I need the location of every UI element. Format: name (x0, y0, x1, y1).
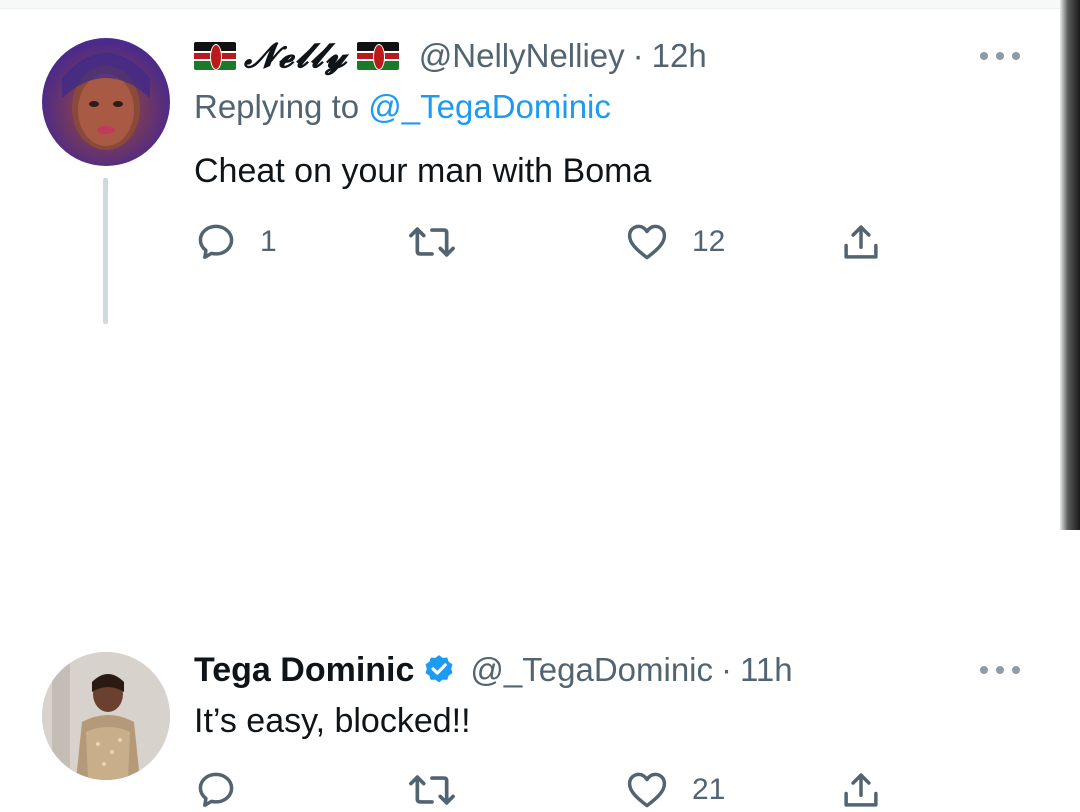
tweet-text: Cheat on your man with Boma (194, 152, 652, 190)
timestamp[interactable]: 12h (652, 37, 707, 75)
share-button[interactable] (840, 220, 882, 264)
display-name[interactable]: Tega Dominic (194, 651, 414, 690)
verified-badge-icon (425, 655, 453, 683)
replying-mention-link[interactable]: @_TegaDominic (368, 88, 611, 125)
reply-count: 1 (260, 225, 277, 258)
reply-icon (198, 772, 234, 807)
heart-icon (627, 772, 667, 808)
heart-icon (627, 224, 667, 260)
more-options-icon[interactable] (980, 664, 1020, 676)
tweet-actions: 1 12 (194, 220, 894, 264)
retweet-icon (409, 227, 455, 257)
replying-label: Replying to (194, 88, 360, 125)
window-edge (1060, 0, 1080, 530)
separator-dot: · (632, 37, 644, 74)
thread-connector (103, 178, 108, 324)
retweet-button[interactable] (408, 768, 478, 812)
share-icon (844, 773, 878, 807)
share-icon (844, 225, 878, 259)
reply-icon (198, 224, 234, 259)
retweet-icon (409, 775, 455, 805)
user-handle[interactable]: @NellyNelliey (419, 37, 625, 75)
like-count: 12 (692, 225, 726, 258)
more-options-icon[interactable] (980, 50, 1020, 62)
kenya-flag-icon (356, 42, 399, 70)
tweet-tega[interactable]: Tega Dominic @_TegaDominic · 11h It’s ea… (0, 320, 1060, 808)
tweet-actions: 21 (194, 768, 894, 812)
tweet-nelly[interactable]: 𝓝𝓮𝓵𝓵𝔂 @NellyNelliey · 12h Replying to @_… (0, 0, 1060, 324)
replying-to: Replying to @_TegaDominic (194, 88, 611, 126)
separator-dot: · (721, 651, 733, 688)
like-count: 21 (692, 773, 726, 806)
kenya-flag-icon (194, 42, 236, 70)
user-handle[interactable]: @_TegaDominic (470, 651, 713, 689)
retweet-button[interactable] (408, 220, 478, 264)
reply-button[interactable] (194, 768, 260, 812)
tweet-header: Tega Dominic @_TegaDominic · 11h (194, 650, 793, 690)
avatar[interactable] (42, 652, 170, 780)
tweet-text: It’s easy, blocked!! (194, 702, 471, 740)
tweet-header: 𝓝𝓮𝓵𝓵𝔂 @NellyNelliey · 12h (194, 36, 707, 76)
display-name[interactable]: 𝓝𝓮𝓵𝓵𝔂 (244, 36, 349, 76)
like-button[interactable]: 12 (624, 220, 725, 264)
share-button[interactable] (840, 768, 882, 812)
avatar[interactable] (42, 38, 170, 166)
like-button[interactable]: 21 (624, 768, 725, 812)
reply-button[interactable]: 1 (194, 220, 277, 264)
timestamp[interactable]: 11h (740, 651, 793, 689)
